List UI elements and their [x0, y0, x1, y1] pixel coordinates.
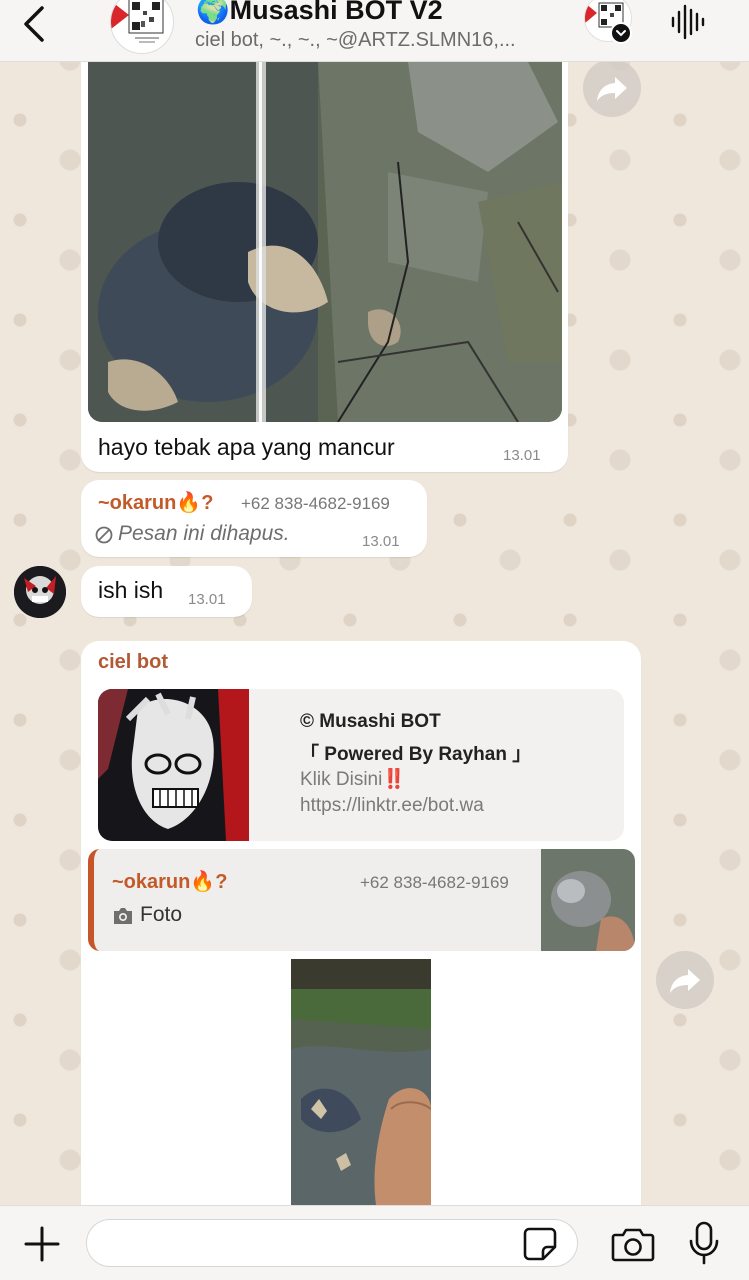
quoted-thumbnail [541, 849, 635, 951]
quoted-sender-name: ~okarun🔥? [112, 871, 228, 893]
quoted-sender-phone: +62 838-4682-9169 [360, 873, 509, 892]
sender-avatar[interactable] [14, 566, 66, 618]
link-preview-card[interactable]: © Musashi BOT 「 Powered By Rayhan 」 Klik… [98, 689, 624, 841]
voice-chat-button[interactable] [668, 2, 708, 42]
prohibited-icon [95, 526, 113, 544]
chevron-left-icon [24, 6, 44, 42]
message-input[interactable] [86, 1219, 578, 1267]
chat-title[interactable]: 🌍Musashi BOT V2 [196, 0, 443, 26]
preview-subtitle: 「 Powered By Rayhan 」 [300, 744, 532, 765]
camera-icon [611, 1228, 655, 1262]
camera-button[interactable] [611, 1226, 655, 1267]
preview-title: © Musashi BOT [300, 711, 441, 732]
forward-arrow-icon [670, 969, 700, 993]
message-text: ish ish [98, 577, 164, 603]
back-button[interactable] [18, 4, 52, 44]
message-caption: hayo tebak apa yang mancur [98, 434, 395, 460]
chevron-down-icon[interactable] [610, 22, 632, 44]
forward-button[interactable] [583, 59, 641, 117]
chat-participants[interactable]: ciel bot, ~., ~., ~@ARTZ.SLMN16,... [195, 29, 565, 52]
link-preview-image [98, 689, 249, 841]
chat-header: 🌍Musashi BOT V2 ciel bot, ~., ~., ~@ARTZ… [0, 0, 749, 62]
audio-wave-icon [671, 4, 705, 40]
message-photo[interactable] [88, 62, 562, 422]
sender-phone: +62 838-4682-9169 [241, 494, 390, 513]
sticker-button[interactable] [523, 1227, 557, 1266]
message-time: 13.01 [188, 591, 226, 608]
message-time: 13.01 [362, 533, 400, 550]
plus-icon [24, 1226, 60, 1262]
forward-button[interactable] [656, 951, 714, 1009]
camera-icon [114, 908, 132, 924]
sender-name[interactable]: ciel bot [98, 651, 168, 674]
preview-url[interactable]: https://linktr.ee/bot.wa [300, 795, 484, 817]
message-time: 13.01 [503, 447, 541, 464]
voice-message-button[interactable] [688, 1221, 720, 1270]
sticker-icon [523, 1227, 557, 1261]
quoted-type: Foto [140, 903, 183, 926]
quoted-message[interactable]: ~okarun🔥? +62 838-4682-9169 Foto [88, 849, 635, 951]
message-photo[interactable] [291, 959, 431, 1205]
sender-name[interactable]: ~okarun🔥? [98, 490, 213, 515]
preview-description: Klik Disini‼️ [300, 769, 407, 790]
microphone-icon [689, 1221, 719, 1265]
deleted-message-text: Pesan ini dihapus. [118, 522, 290, 545]
forward-arrow-icon [597, 77, 627, 101]
group-avatar[interactable] [110, 0, 174, 54]
attach-button[interactable] [24, 1226, 60, 1267]
composer-bar [0, 1205, 749, 1280]
